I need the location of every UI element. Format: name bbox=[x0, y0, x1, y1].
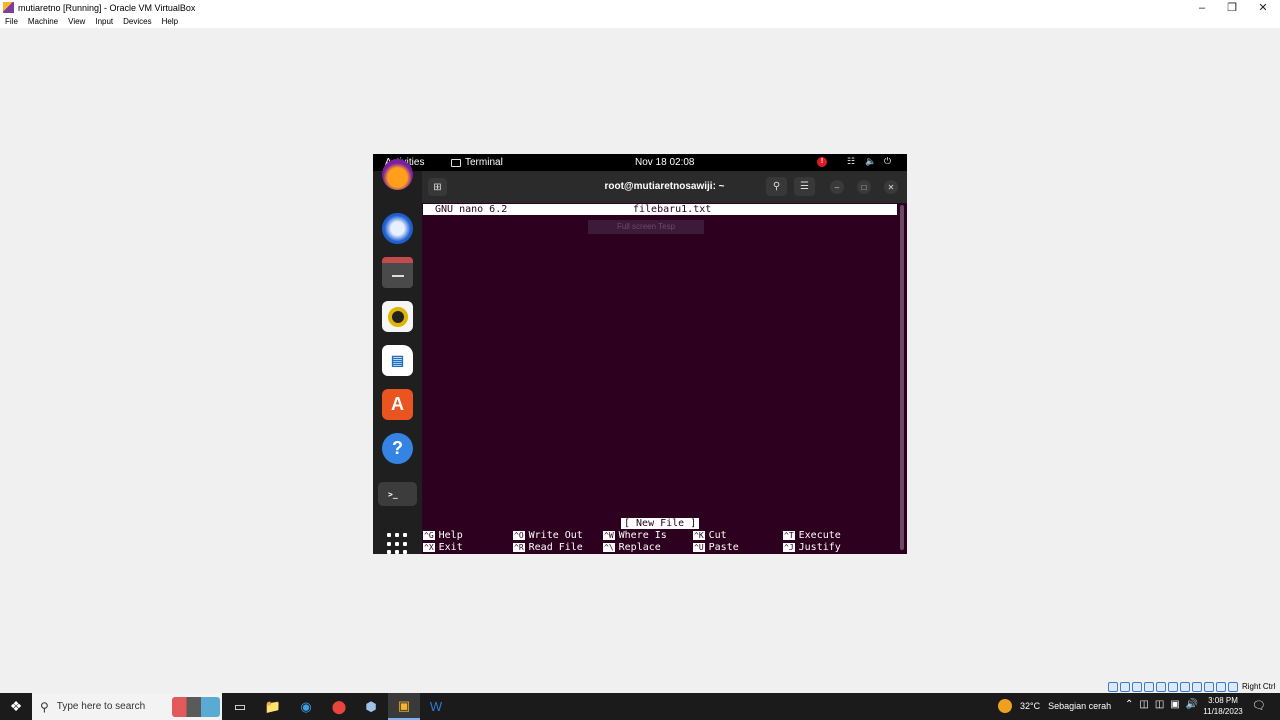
edge-icon[interactable]: ◉ bbox=[290, 693, 322, 720]
virtualbox-taskbar-icon[interactable]: ⬢ bbox=[355, 693, 387, 720]
menu-machine[interactable]: Machine bbox=[28, 17, 58, 26]
nano-hint-overlay: Full screen Tesp bbox=[588, 220, 704, 234]
gnome-top-bar: Activities Terminal Nov 18 02:08 ! ☷ 🔈 ⏻ bbox=[373, 154, 907, 171]
close-icon[interactable]: ✕ bbox=[884, 180, 898, 194]
file-explorer-icon[interactable]: 📁 bbox=[257, 693, 289, 720]
window-title: mutiaretno [Running] - Oracle VM Virtual… bbox=[18, 2, 196, 13]
search-icon: ⚲ bbox=[40, 699, 49, 714]
chrome-icon[interactable]: ⬤ bbox=[323, 693, 355, 720]
notification-icon[interactable]: 🗨 bbox=[1252, 699, 1266, 712]
shortcut-justify: ^J Justify bbox=[783, 542, 841, 553]
rhythmbox-icon[interactable] bbox=[382, 301, 413, 332]
virtualbox-icon bbox=[3, 2, 14, 13]
menu-icon[interactable]: ☰ bbox=[794, 177, 815, 196]
shortcut-execute: ^T Execute bbox=[783, 530, 841, 541]
clock[interactable]: Nov 18 02:08 bbox=[635, 157, 695, 168]
task-view-icon[interactable]: ▭ bbox=[224, 693, 256, 720]
dock: ▤ A ? >_ bbox=[373, 159, 422, 554]
display-icon[interactable] bbox=[1180, 681, 1190, 692]
weather-sun-icon bbox=[998, 699, 1012, 713]
shortcut-help: ^G Help bbox=[423, 530, 463, 541]
firefox-icon[interactable] bbox=[382, 159, 413, 190]
vbox-menubar: File Machine View Input Devices Help bbox=[0, 15, 1280, 28]
app-menu-label: Terminal bbox=[465, 157, 503, 168]
app-menu[interactable]: Terminal bbox=[451, 157, 503, 168]
vbox-titlebar: mutiaretno [Running] - Oracle VM Virtual… bbox=[0, 0, 1280, 15]
menu-file[interactable]: File bbox=[5, 17, 18, 26]
vbox-status-indicators: Right Ctrl bbox=[1108, 680, 1275, 693]
maximize-icon[interactable]: □ bbox=[857, 180, 871, 194]
minimize-button[interactable]: – bbox=[1187, 0, 1217, 15]
show-apps-icon[interactable] bbox=[387, 533, 409, 554]
writer-icon[interactable]: ▤ bbox=[382, 345, 413, 376]
vm-screen[interactable]: Activities Terminal Nov 18 02:08 ! ☷ 🔈 ⏻… bbox=[373, 154, 907, 554]
shortcut-where-is: ^W Where Is bbox=[603, 530, 667, 541]
help-icon[interactable]: ? bbox=[382, 433, 413, 464]
taskbar: ❖ ⚲ Type here to search ▭ 📁 ◉ ⬤ ⬢ ▣ W 32… bbox=[0, 693, 1280, 720]
cpu-icon[interactable] bbox=[1204, 681, 1214, 692]
taskbar-search-box[interactable]: ⚲ Type here to search bbox=[32, 693, 222, 720]
taskbar-date: 11/18/2023 bbox=[1203, 707, 1243, 716]
menu-input[interactable]: Input bbox=[95, 17, 113, 26]
menu-help[interactable]: Help bbox=[162, 17, 178, 26]
optical-drive-icon[interactable] bbox=[1120, 681, 1130, 692]
usb-icon[interactable] bbox=[1156, 681, 1166, 692]
storage-icon[interactable] bbox=[1108, 681, 1118, 692]
audio-icon[interactable] bbox=[1132, 681, 1142, 692]
shared-folder-icon[interactable] bbox=[1168, 681, 1178, 692]
shortcut-exit: ^X Exit bbox=[423, 542, 463, 553]
terminal-dock-icon[interactable]: >_ bbox=[378, 482, 417, 506]
word-icon[interactable]: W bbox=[420, 693, 452, 720]
alert-icon[interactable]: ! bbox=[817, 157, 827, 167]
shortcut-write-out: ^O Write Out bbox=[513, 530, 583, 541]
vm-window-taskbar-icon[interactable]: ▣ bbox=[388, 693, 420, 720]
shortcut-read-file: ^R Read File bbox=[513, 542, 583, 553]
recording-icon[interactable] bbox=[1192, 681, 1202, 692]
host-key-label: Right Ctrl bbox=[1242, 682, 1276, 691]
minimize-icon[interactable]: – bbox=[830, 180, 844, 194]
shortcut-cut: ^K Cut bbox=[693, 530, 727, 541]
search-highlight-image bbox=[172, 697, 220, 717]
network-adapter-icon[interactable] bbox=[1144, 681, 1154, 692]
terminal-icon bbox=[451, 158, 461, 167]
nano-status: [ New File ] bbox=[621, 518, 700, 529]
nano-header: GNU nano 6.2 filebaru1.txt bbox=[423, 204, 897, 215]
weather-widget[interactable]: 32°C Sebagian cerah bbox=[998, 699, 1111, 713]
terminal-scrollbar[interactable] bbox=[900, 205, 904, 550]
mouse-integration-icon[interactable] bbox=[1216, 681, 1226, 692]
nano-filename: filebaru1.txt bbox=[633, 204, 712, 215]
system-tray[interactable]: ⌃◫◫▣🔊 bbox=[1125, 699, 1204, 710]
restore-button[interactable]: ❐ bbox=[1217, 0, 1247, 15]
shortcut-replace: ^\ Replace bbox=[603, 542, 661, 553]
keyboard-icon[interactable] bbox=[1228, 681, 1238, 692]
terminal-window[interactable]: ⊞ root@mutiaretnosawiji: ~ ⚲ ☰ – □ ✕ GNU… bbox=[422, 171, 907, 554]
taskbar-time: 3:08 PM bbox=[1208, 696, 1238, 705]
search-icon[interactable]: ⚲ bbox=[766, 177, 787, 196]
thunderbird-icon[interactable] bbox=[382, 213, 413, 244]
terminal-header: ⊞ root@mutiaretnosawiji: ~ ⚲ ☰ – □ ✕ bbox=[422, 171, 907, 203]
menu-view[interactable]: View bbox=[68, 17, 85, 26]
software-icon[interactable]: A bbox=[382, 389, 413, 420]
network-icon[interactable]: ☷ bbox=[847, 156, 855, 167]
volume-icon[interactable]: 🔈 bbox=[865, 156, 876, 167]
windows-start-icon[interactable]: ❖ bbox=[0, 693, 32, 720]
menu-devices[interactable]: Devices bbox=[123, 17, 151, 26]
search-placeholder: Type here to search bbox=[56, 701, 146, 712]
taskbar-clock[interactable]: 3:08 PM 11/18/2023 bbox=[1200, 695, 1246, 717]
nano-version: GNU nano 6.2 bbox=[435, 204, 508, 215]
files-icon[interactable] bbox=[382, 257, 413, 288]
power-icon[interactable]: ⏻ bbox=[884, 156, 891, 167]
close-button[interactable]: ✕ bbox=[1248, 0, 1278, 15]
nano-editor[interactable]: GNU nano 6.2 filebaru1.txt Full screen T… bbox=[422, 203, 898, 554]
weather-temp: 32°C bbox=[1020, 701, 1041, 711]
weather-desc: Sebagian cerah bbox=[1048, 701, 1112, 711]
shortcut-paste: ^U Paste bbox=[693, 542, 739, 553]
